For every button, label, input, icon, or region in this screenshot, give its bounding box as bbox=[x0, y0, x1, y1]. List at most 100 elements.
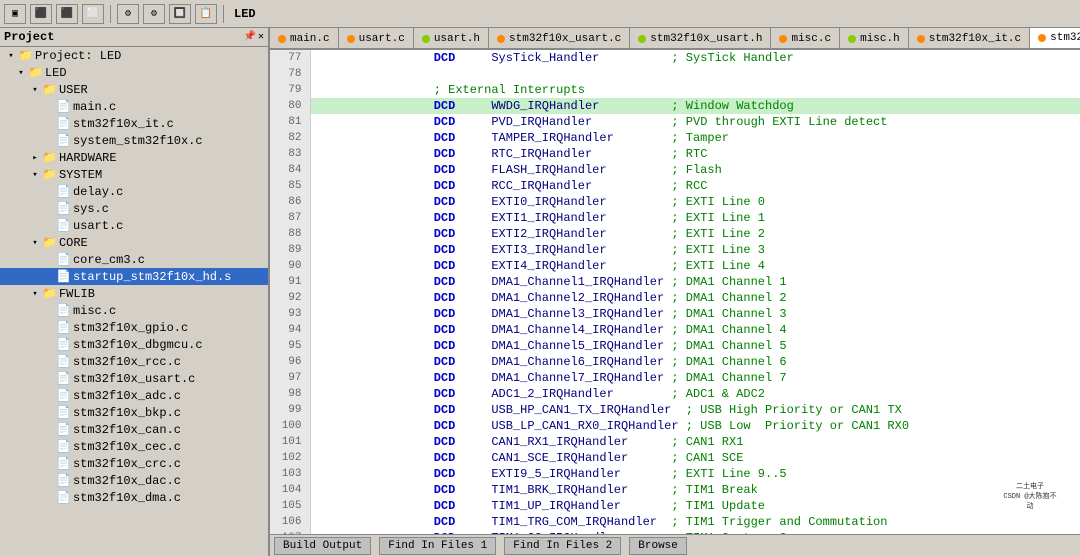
tree-item-stm32f10x-cec-c[interactable]: 📄stm32f10x_cec.c bbox=[0, 438, 268, 455]
tree-item-label: core_cm3.c bbox=[73, 253, 145, 267]
tree-item-stm32f10x-can-c[interactable]: 📄stm32f10x_can.c bbox=[0, 421, 268, 438]
tab-misc-c-tab[interactable]: misc.c bbox=[771, 28, 840, 50]
tree-item-core-folder[interactable]: ▾📁CORE bbox=[0, 234, 268, 251]
tree-item-stm32f10x-usart-c[interactable]: 📄stm32f10x_usart.c bbox=[0, 370, 268, 387]
handler-name: EXTI9_5_IRQHandler bbox=[491, 467, 621, 481]
tab-main-c-tab[interactable]: main.c bbox=[270, 28, 339, 50]
comment: ; DMA1 Channel 3 bbox=[671, 307, 786, 321]
tab-misc-h-tab[interactable]: misc.h bbox=[840, 28, 909, 50]
keyword-dcd: DCD bbox=[434, 435, 456, 449]
handler-name: EXTI4_IRQHandler bbox=[491, 259, 606, 273]
tree-toggle[interactable]: ▸ bbox=[28, 151, 42, 165]
line-number: 86 bbox=[270, 194, 310, 210]
tree-item-stm32f10x-dma-c[interactable]: 📄stm32f10x_dma.c bbox=[0, 489, 268, 506]
tree-item-core-cm3-c[interactable]: 📄core_cm3.c bbox=[0, 251, 268, 268]
toolbar-btn-1[interactable]: ▣ bbox=[4, 4, 26, 24]
line-code: DCD TAMPER_IRQHandler ; Tamper bbox=[310, 130, 1080, 146]
toolbar-btn-7[interactable]: 🔲 bbox=[169, 4, 191, 24]
tree-item-main-c[interactable]: 📄main.c bbox=[0, 98, 268, 115]
tree-item-stm32f10x-rcc-c[interactable]: 📄stm32f10x_rcc.c bbox=[0, 353, 268, 370]
handler-name: EXTI3_IRQHandler bbox=[491, 243, 606, 257]
toolbar-btn-8[interactable]: 📋 bbox=[195, 4, 217, 24]
handler-name: DMA1_Channel1_IRQHandler bbox=[491, 275, 664, 289]
handler-name: TIM1_TRG_COM_IRQHandler bbox=[491, 515, 657, 529]
tree-item-sys-c[interactable]: 📄sys.c bbox=[0, 200, 268, 217]
tree-item-stm32f10x-dac-c[interactable]: 📄stm32f10x_dac.c bbox=[0, 472, 268, 489]
tree-toggle[interactable]: ▾ bbox=[4, 49, 18, 63]
tree-toggle[interactable]: ▾ bbox=[28, 168, 42, 182]
line-number: 90 bbox=[270, 258, 310, 274]
line-code: DCD EXTI0_IRQHandler ; EXTI Line 0 bbox=[310, 194, 1080, 210]
tree-item-fwlib-folder[interactable]: ▾📁FWLIB bbox=[0, 285, 268, 302]
tree-toggle[interactable]: ▾ bbox=[28, 287, 42, 301]
tree-item-label: CORE bbox=[59, 236, 88, 250]
tree-item-stm32f10x-it-c[interactable]: 📄stm32f10x_it.c bbox=[0, 115, 268, 132]
tree-item-label: stm32f10x_dac.c bbox=[73, 474, 181, 488]
toolbar-btn-2[interactable]: ⬛ bbox=[30, 4, 52, 24]
tree-item-led-root[interactable]: ▾📁LED bbox=[0, 64, 268, 81]
toolbar-btn-5[interactable]: ⚙ bbox=[117, 4, 139, 24]
handler-name: DMA1_Channel7_IRQHandler bbox=[491, 371, 664, 385]
code-line-86: 86 DCD EXTI0_IRQHandler ; EXTI Line 0 bbox=[270, 194, 1080, 210]
line-number: 104 bbox=[270, 482, 310, 498]
toolbar-btn-3[interactable]: ⬛ bbox=[56, 4, 78, 24]
tree-item-hardware-folder[interactable]: ▸📁HARDWARE bbox=[0, 149, 268, 166]
tab-stm32f10x-tab[interactable]: stm32f10 bbox=[1030, 28, 1080, 50]
tree-item-system-stm32f10x-c[interactable]: 📄system_stm32f10x.c bbox=[0, 132, 268, 149]
tree-item-misc-c[interactable]: 📄misc.c bbox=[0, 302, 268, 319]
tab-usart-c-tab[interactable]: usart.c bbox=[339, 28, 414, 50]
tree-item-stm32f10x-adc-c[interactable]: 📄stm32f10x_adc.c bbox=[0, 387, 268, 404]
panel-icon-close[interactable]: ✕ bbox=[258, 31, 264, 43]
code-line-98: 98 DCD ADC1_2_IRQHandler ; ADC1 & ADC2 bbox=[270, 386, 1080, 402]
file-icon: 📄 bbox=[56, 456, 71, 471]
tab-bar: main.cusart.cusart.hstm32f10x_usart.cstm… bbox=[270, 28, 1080, 50]
keyword-dcd: DCD bbox=[434, 179, 456, 193]
line-code: DCD DMA1_Channel5_IRQHandler ; DMA1 Chan… bbox=[310, 338, 1080, 354]
tree-item-system-folder[interactable]: ▾📁SYSTEM bbox=[0, 166, 268, 183]
bottom-tab-find-in-files-2[interactable]: Find In Files 2 bbox=[504, 537, 621, 555]
tab-dot bbox=[497, 35, 505, 43]
toolbar-btn-6[interactable]: ⚙ bbox=[143, 4, 165, 24]
tab-usart-h-tab[interactable]: usart.h bbox=[414, 28, 489, 50]
line-code: DCD ADC1_2_IRQHandler ; ADC1 & ADC2 bbox=[310, 386, 1080, 402]
tree-toggle[interactable]: ▾ bbox=[28, 236, 42, 250]
tab-stm32f10x-usart-h-tab[interactable]: stm32f10x_usart.h bbox=[630, 28, 771, 50]
bottom-tab-find-in-files-1[interactable]: Find In Files 1 bbox=[379, 537, 496, 555]
comment: ; TIM1 Update bbox=[671, 499, 765, 513]
tree-item-label: usart.c bbox=[73, 219, 123, 233]
comment: ; EXTI Line 4 bbox=[671, 259, 765, 273]
line-number: 95 bbox=[270, 338, 310, 354]
code-editor[interactable]: 77 DCD SysTick_Handler ; SysTick Handler… bbox=[270, 50, 1080, 534]
tree-toggle[interactable]: ▾ bbox=[28, 83, 42, 97]
tree-item-stm32f10x-bkp-c[interactable]: 📄stm32f10x_bkp.c bbox=[0, 404, 268, 421]
project-root-item[interactable]: ▾ 📁 Project: LED bbox=[0, 47, 268, 64]
toolbar-btn-4[interactable]: ⬜ bbox=[82, 4, 104, 24]
keyword-dcd: DCD bbox=[434, 275, 456, 289]
code-line-79: 79 ; External Interrupts bbox=[270, 82, 1080, 98]
panel-icon-lock[interactable]: 📌 bbox=[244, 31, 256, 43]
comment: ; DMA1 Channel 2 bbox=[671, 291, 786, 305]
panel-title: Project bbox=[4, 30, 54, 44]
bottom-tab-build-output[interactable]: Build Output bbox=[274, 537, 371, 555]
tree-item-stm32f10x-crc-c[interactable]: 📄stm32f10x_crc.c bbox=[0, 455, 268, 472]
tree-item-stm32f10x-gpio-c[interactable]: 📄stm32f10x_gpio.c bbox=[0, 319, 268, 336]
tree-item-user-folder[interactable]: ▾📁USER bbox=[0, 81, 268, 98]
handler-name: PVD_IRQHandler bbox=[491, 115, 592, 129]
tab-dot bbox=[638, 35, 646, 43]
toolbar-sep-1 bbox=[110, 5, 111, 23]
keyword-dcd: DCD bbox=[434, 515, 456, 529]
bottom-tab-browse[interactable]: Browse bbox=[629, 537, 687, 555]
tree-item-startup-s[interactable]: 📄startup_stm32f10x_hd.s bbox=[0, 268, 268, 285]
line-code: DCD CAN1_SCE_IRQHandler ; CAN1 SCE bbox=[310, 450, 1080, 466]
file-icon: 📄 bbox=[56, 439, 71, 454]
tree-item-delay-c[interactable]: 📄delay.c bbox=[0, 183, 268, 200]
tree-item-stm32f10x-dbgmcu-c[interactable]: 📄stm32f10x_dbgmcu.c bbox=[0, 336, 268, 353]
handler-name: EXTI2_IRQHandler bbox=[491, 227, 606, 241]
tree-container[interactable]: ▾ 📁 Project: LED ▾📁LED▾📁USER 📄main.c 📄st… bbox=[0, 47, 268, 556]
comment: ; DMA1 Channel 4 bbox=[671, 323, 786, 337]
tree-item-usart-c[interactable]: 📄usart.c bbox=[0, 217, 268, 234]
tree-toggle[interactable]: ▾ bbox=[14, 66, 28, 80]
tree-toggle-spacer bbox=[42, 423, 56, 437]
tab-stm32f10x-it-c-tab[interactable]: stm32f10x_it.c bbox=[909, 28, 1030, 50]
tab-stm32f10x-usart-c-tab[interactable]: stm32f10x_usart.c bbox=[489, 28, 630, 50]
